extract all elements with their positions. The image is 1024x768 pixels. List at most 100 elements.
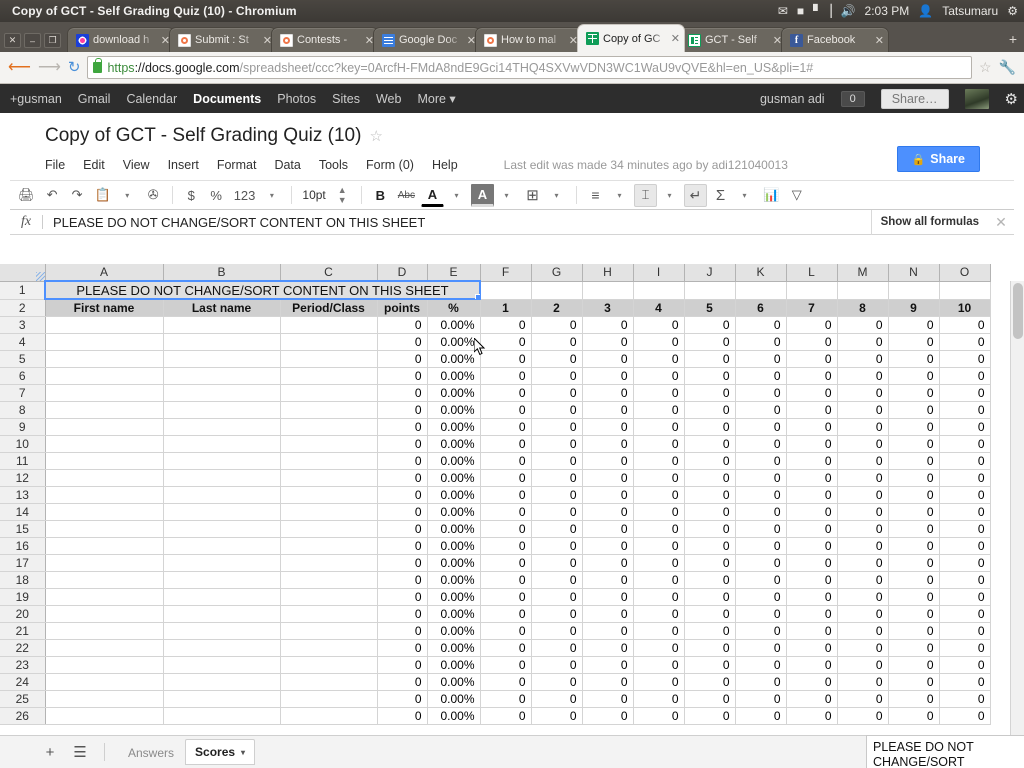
score-cell[interactable]: 0	[633, 588, 684, 605]
score-cell[interactable]: 0	[888, 639, 939, 656]
percent-cell[interactable]: 0.00%	[427, 452, 480, 469]
points-cell[interactable]: 0	[377, 656, 427, 673]
score-cell[interactable]: 0	[888, 605, 939, 622]
score-cell[interactable]: 0	[939, 503, 990, 520]
first-name-cell[interactable]	[45, 673, 163, 690]
borders-icon[interactable]: ⊞	[521, 184, 544, 207]
first-name-cell[interactable]	[45, 333, 163, 350]
first-name-cell[interactable]	[45, 707, 163, 724]
score-cell[interactable]: 0	[582, 401, 633, 418]
score-cell[interactable]: 0	[888, 350, 939, 367]
points-cell[interactable]: 0	[377, 622, 427, 639]
insert-chart-icon[interactable]: 📊	[759, 184, 783, 207]
percent-cell[interactable]: 0.00%	[427, 486, 480, 503]
score-cell[interactable]: 0	[939, 384, 990, 401]
browser-tab[interactable]: Google Doc✕	[373, 27, 481, 52]
document-title-text[interactable]: Copy of GCT - Self Grading Quiz (10)	[45, 125, 361, 147]
percent-cell[interactable]: 0.00%	[427, 639, 480, 656]
points-cell[interactable]: 0	[377, 707, 427, 724]
number-format-caret-icon[interactable]: ▾	[261, 184, 284, 207]
grid-cell[interactable]	[939, 281, 990, 299]
column-label-cell[interactable]: points	[377, 299, 427, 316]
score-cell[interactable]: 0	[837, 537, 888, 554]
sheet-tab-answers[interactable]: Answers	[119, 741, 183, 765]
column-label-cell[interactable]: 8	[837, 299, 888, 316]
browser-tab[interactable]: How to mal✕	[475, 27, 583, 52]
points-cell[interactable]: 0	[377, 401, 427, 418]
score-cell[interactable]: 0	[786, 418, 837, 435]
notification-count[interactable]: 0	[841, 91, 865, 107]
score-cell[interactable]: 0	[582, 588, 633, 605]
score-cell[interactable]: 0	[531, 656, 582, 673]
percent-cell[interactable]: 0.00%	[427, 673, 480, 690]
score-cell[interactable]: 0	[888, 588, 939, 605]
period-class-cell[interactable]	[280, 571, 377, 588]
close-icon[interactable]: ✕	[873, 34, 884, 47]
score-cell[interactable]: 0	[480, 622, 531, 639]
column-header-I[interactable]: I	[633, 264, 684, 281]
row-header-8[interactable]: 8	[0, 401, 45, 418]
text-color-caret-icon[interactable]: ▾	[446, 184, 469, 207]
score-cell[interactable]: 0	[531, 537, 582, 554]
score-cell[interactable]: 0	[480, 367, 531, 384]
score-cell[interactable]: 0	[735, 639, 786, 656]
score-cell[interactable]: 0	[735, 690, 786, 707]
last-name-cell[interactable]	[163, 605, 280, 622]
score-cell[interactable]: 0	[735, 469, 786, 486]
score-cell[interactable]: 0	[735, 673, 786, 690]
browser-tab[interactable]: download h✕	[67, 27, 175, 52]
score-cell[interactable]: 0	[735, 520, 786, 537]
new-tab-button[interactable]: +	[997, 31, 1024, 52]
redo-icon[interactable]: ↷	[66, 184, 89, 207]
column-header-K[interactable]: K	[735, 264, 786, 281]
first-name-cell[interactable]	[45, 384, 163, 401]
score-cell[interactable]: 0	[480, 554, 531, 571]
percent-cell[interactable]: 0.00%	[427, 503, 480, 520]
score-cell[interactable]: 0	[684, 707, 735, 724]
score-cell[interactable]: 0	[786, 707, 837, 724]
score-cell[interactable]: 0	[888, 571, 939, 588]
score-cell[interactable]: 0	[531, 469, 582, 486]
score-cell[interactable]: 0	[888, 316, 939, 333]
score-cell[interactable]: 0	[531, 435, 582, 452]
score-cell[interactable]: 0	[888, 690, 939, 707]
add-sheet-icon[interactable]: +	[40, 744, 60, 761]
score-cell[interactable]: 0	[531, 418, 582, 435]
score-cell[interactable]: 0	[582, 690, 633, 707]
last-name-cell[interactable]	[163, 673, 280, 690]
score-cell[interactable]: 0	[531, 384, 582, 401]
forward-icon[interactable]: ⟶	[38, 60, 61, 76]
first-name-cell[interactable]	[45, 520, 163, 537]
percent-cell[interactable]: 0.00%	[427, 520, 480, 537]
score-cell[interactable]: 0	[939, 554, 990, 571]
last-name-cell[interactable]	[163, 418, 280, 435]
score-cell[interactable]: 0	[582, 503, 633, 520]
column-header-E[interactable]: E	[427, 264, 480, 281]
score-cell[interactable]: 0	[786, 384, 837, 401]
row-header-19[interactable]: 19	[0, 588, 45, 605]
column-header-D[interactable]: D	[377, 264, 427, 281]
first-name-cell[interactable]	[45, 367, 163, 384]
period-class-cell[interactable]	[280, 384, 377, 401]
fill-color-caret-icon[interactable]: ▾	[496, 184, 519, 207]
percent-cell[interactable]: 0.00%	[427, 350, 480, 367]
score-cell[interactable]: 0	[837, 384, 888, 401]
percent-cell[interactable]: 0.00%	[427, 435, 480, 452]
grid-cell[interactable]	[684, 281, 735, 299]
score-cell[interactable]: 0	[633, 350, 684, 367]
score-cell[interactable]: 0	[633, 622, 684, 639]
score-cell[interactable]: 0	[735, 571, 786, 588]
points-cell[interactable]: 0	[377, 503, 427, 520]
score-cell[interactable]: 0	[684, 571, 735, 588]
window-close-button[interactable]: ✕	[4, 33, 21, 48]
score-cell[interactable]: 0	[684, 537, 735, 554]
first-name-cell[interactable]	[45, 690, 163, 707]
score-cell[interactable]: 0	[531, 452, 582, 469]
period-class-cell[interactable]	[280, 350, 377, 367]
column-header-J[interactable]: J	[684, 264, 735, 281]
score-cell[interactable]: 0	[786, 435, 837, 452]
grid-cell[interactable]	[633, 281, 684, 299]
window-minimize-button[interactable]: –	[24, 33, 41, 48]
row-header-2[interactable]: 2	[0, 299, 45, 316]
score-cell[interactable]: 0	[531, 316, 582, 333]
